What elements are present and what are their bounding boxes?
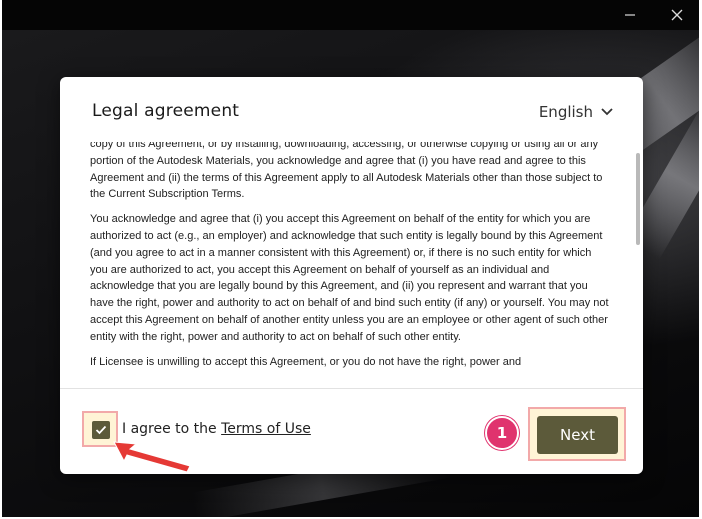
close-icon (671, 9, 683, 21)
chevron-down-icon (601, 108, 613, 116)
dialog-title: Legal agreement (92, 101, 240, 121)
language-selector[interactable]: English (539, 103, 613, 121)
agree-checkbox[interactable] (92, 421, 110, 439)
minimize-button[interactable] (607, 2, 653, 28)
legal-agreement-dialog: Legal agreement English copy of this Agr… (60, 77, 643, 474)
scrollbar-thumb[interactable] (636, 153, 640, 245)
agree-prefix: I agree to the (122, 421, 222, 437)
close-window-button[interactable] (654, 2, 699, 28)
agree-label: I agree to the Terms of Use (122, 421, 311, 437)
language-label: English (538, 103, 593, 121)
step-number-badge: 1 (485, 416, 519, 450)
agreement-text-area[interactable]: copy of this Agreement, or by installing… (90, 142, 610, 388)
checkmark-icon (95, 425, 107, 435)
annotation-arrow-icon (113, 441, 191, 473)
agreement-paragraph: You acknowledge and agree that (i) you a… (90, 213, 609, 343)
minimize-icon (625, 14, 635, 16)
agreement-paragraph: If Licensee is unwilling to accept this … (90, 355, 522, 368)
terms-of-use-link[interactable]: Terms of Use (221, 421, 311, 437)
next-button[interactable]: Next (537, 416, 618, 454)
app-window: Legal agreement English copy of this Agr… (2, 0, 699, 517)
agreement-paragraph: copy of this Agreement, or by installing… (90, 142, 603, 201)
title-bar (2, 0, 699, 30)
